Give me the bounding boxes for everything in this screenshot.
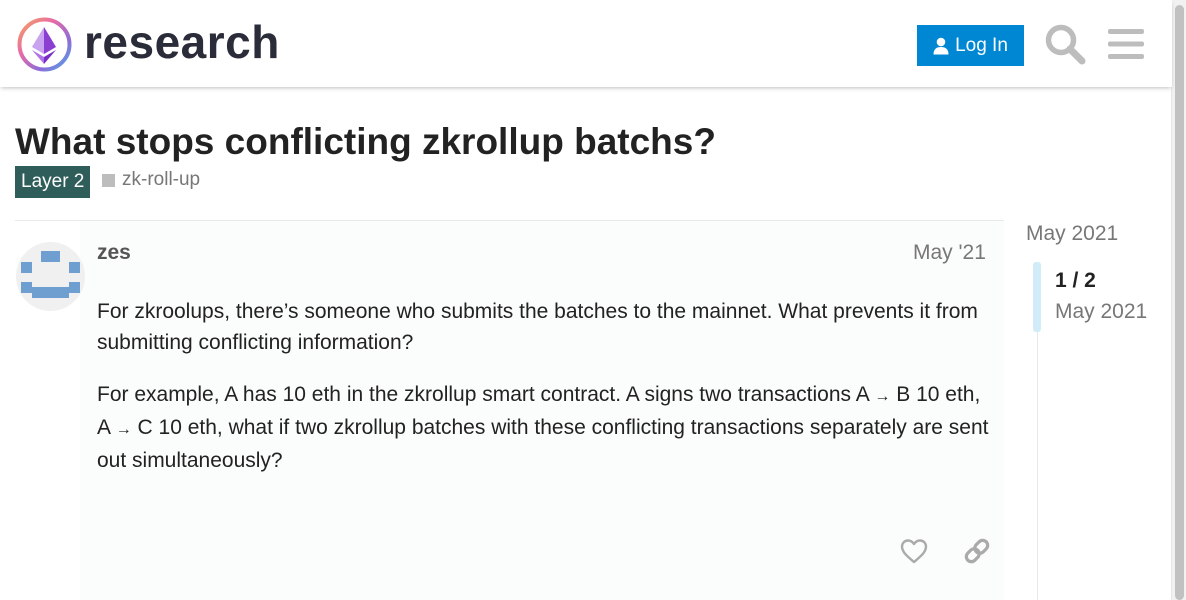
timeline-start-date[interactable]: May 2021 [1026, 222, 1118, 246]
topic-title[interactable]: What stops conflicting zkrollup batchs? [15, 120, 716, 164]
login-button[interactable]: Log In [917, 25, 1024, 66]
logo-icon[interactable] [16, 16, 73, 73]
post-paragraph-1: For zkroolups, there’s someone who submi… [97, 300, 978, 354]
scrollbar[interactable] [1171, 0, 1186, 600]
search-icon[interactable] [1043, 22, 1087, 66]
site-name[interactable]: research [84, 14, 280, 70]
tag-square-icon [102, 173, 115, 187]
arrow-glyph: → [115, 421, 132, 438]
site-header: research Log In [0, 0, 1172, 87]
user-icon [933, 37, 949, 54]
post-text: For example, A has 10 eth in the zkrollu… [97, 383, 875, 406]
login-label: Log In [955, 34, 1008, 56]
post-text: C 10 eth, what if two zkrollup batches w… [97, 416, 989, 472]
hamburger-menu-icon[interactable] [1104, 22, 1148, 66]
timeline-handle[interactable] [1033, 262, 1041, 332]
post-date[interactable]: May '21 [913, 241, 986, 265]
post-paragraph-2: For example, A has 10 eth in the zkrollu… [97, 379, 992, 476]
heart-icon[interactable] [899, 536, 929, 566]
timeline-post-count: 1 / 2 [1055, 269, 1096, 292]
timeline-current-date: May 2021 [1055, 300, 1148, 323]
post-username[interactable]: zes [97, 241, 131, 265]
avatar[interactable] [16, 242, 85, 311]
post-body: For zkroolups, there’s someone who submi… [97, 296, 992, 497]
tag-label: zk-roll-up [122, 169, 201, 190]
link-icon[interactable] [962, 536, 992, 566]
category-badge[interactable]: Layer 2 [15, 166, 91, 198]
arrow-glyph: → [874, 388, 891, 405]
tag-zk-roll-up[interactable]: zk-roll-up [102, 169, 200, 191]
scrollbar-thumb[interactable] [1175, 5, 1184, 600]
